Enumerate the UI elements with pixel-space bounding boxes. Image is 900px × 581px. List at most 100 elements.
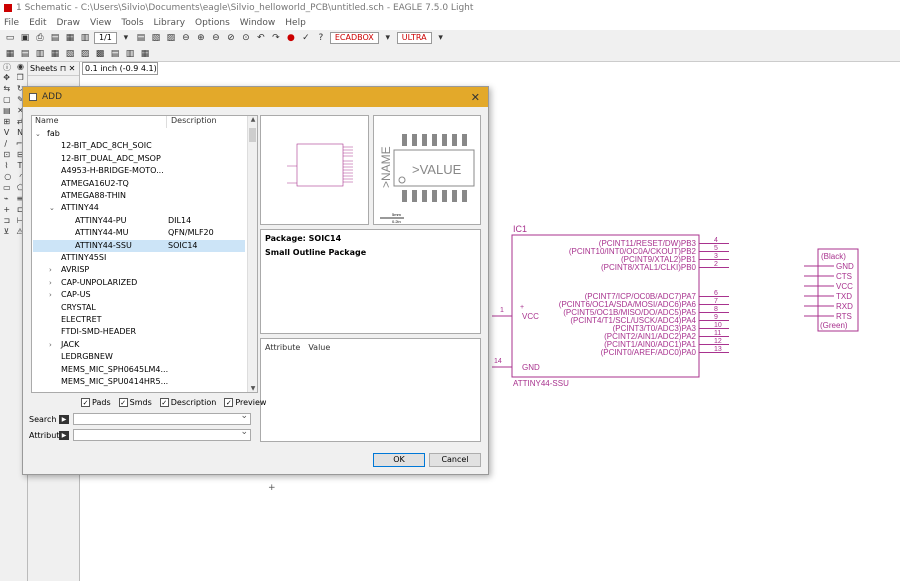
junction-icon[interactable]: +: [3, 205, 10, 216]
tree-item[interactable]: 12-BIT_ADC_8CH_SOIC: [33, 140, 245, 152]
eye-icon[interactable]: ◉: [17, 62, 24, 73]
chevron-down-icon[interactable]: ⌄: [49, 202, 55, 214]
zoom-redraw-icon[interactable]: ⊘: [225, 32, 237, 44]
chevron-down-icon[interactable]: ⌄: [35, 128, 41, 140]
rect-icon[interactable]: ▭: [3, 183, 11, 194]
layer-icon[interactable]: ▤: [109, 48, 121, 60]
description-checkbox[interactable]: ✓ Description: [159, 398, 216, 407]
redo-icon[interactable]: ↷: [270, 32, 282, 44]
chevron-right-icon[interactable]: ›: [49, 339, 52, 351]
arrow-right-icon[interactable]: ▶: [59, 430, 69, 440]
library-tree[interactable]: Name Description ⌄ fab 12-BIT_ADC_8CH_SOIC…: [31, 115, 258, 393]
stop-icon[interactable]: ●: [285, 32, 297, 44]
grid-icon[interactable]: ▦: [4, 48, 16, 60]
mirror-icon[interactable]: ⇆: [3, 84, 10, 95]
ultra-button[interactable]: ULTRA: [396, 32, 432, 44]
tree-item[interactable]: 12-BIT_DUAL_ADC_MSOP: [33, 153, 245, 165]
paste-icon[interactable]: ▤: [3, 106, 11, 117]
tree-item[interactable]: CRYSTAL: [33, 302, 245, 314]
undo-icon[interactable]: ↶: [255, 32, 267, 44]
copy-icon[interactable]: ❐: [17, 73, 24, 84]
layer-icon[interactable]: ▦: [49, 48, 61, 60]
chevron-down-icon[interactable]: ▾: [120, 32, 132, 44]
tree-scrollbar[interactable]: ▲ ▼: [247, 116, 257, 392]
group-icon[interactable]: ▢: [3, 95, 11, 106]
ecad-button[interactable]: ECADBOX: [329, 32, 379, 44]
menu-options[interactable]: Options: [195, 18, 230, 28]
script-icon[interactable]: ▧: [150, 32, 162, 44]
info-icon[interactable]: ⓘ: [3, 62, 11, 73]
tree-item[interactable]: MEMS_MIC_SPH0645LM4...: [33, 364, 245, 376]
tree-item[interactable]: MEMS_MIC_SPU0414HR5...: [33, 376, 245, 388]
schematic-icon[interactable]: ▥: [79, 32, 91, 44]
save-icon[interactable]: ▣: [19, 32, 31, 44]
menu-help[interactable]: Help: [285, 18, 306, 28]
tree-item[interactable]: ATTINY44-SSU SOIC14: [33, 239, 245, 252]
open-icon[interactable]: ▭: [4, 32, 16, 44]
value-icon[interactable]: V: [4, 128, 9, 139]
menu-edit[interactable]: Edit: [29, 18, 46, 28]
cancel-button[interactable]: Cancel: [429, 453, 481, 467]
attribute-icon[interactable]: ⊐: [3, 216, 10, 227]
layer-icon[interactable]: ▤: [19, 48, 31, 60]
chevron-right-icon[interactable]: ›: [49, 289, 52, 301]
chevron-down-icon[interactable]: ▾: [435, 32, 447, 44]
layer-icon[interactable]: ▧: [64, 48, 76, 60]
tree-item[interactable]: ⌄ fab: [33, 128, 245, 140]
zoom-select-icon[interactable]: ⊙: [240, 32, 252, 44]
column-description[interactable]: Description: [166, 116, 217, 128]
cam-icon[interactable]: ▤: [49, 32, 61, 44]
preview-checkbox[interactable]: ✓ Preview: [224, 398, 266, 407]
menu-tools[interactable]: Tools: [121, 18, 143, 28]
use-icon[interactable]: ▤: [135, 32, 147, 44]
menu-view[interactable]: View: [90, 18, 111, 28]
arrow-right-icon[interactable]: ▶: [59, 414, 69, 424]
scroll-up-icon[interactable]: ▲: [248, 116, 257, 123]
print-icon[interactable]: ⎙: [34, 32, 46, 44]
tree-item[interactable]: ELECTRET: [33, 314, 245, 326]
ftdi-header-symbol[interactable]: (Black) (Green) GNDCTSVCCTXDRXDRTS: [804, 248, 859, 332]
add-icon[interactable]: ⊞: [3, 117, 10, 128]
scroll-down-icon[interactable]: ▼: [248, 385, 257, 392]
tree-item[interactable]: ATTINY45SI: [33, 252, 245, 264]
tree-item[interactable]: › JACK: [33, 339, 245, 351]
attributes-input[interactable]: [73, 427, 251, 441]
split-icon[interactable]: ∕: [4, 139, 7, 150]
sheet-select[interactable]: 1/1: [94, 32, 117, 44]
search-input[interactable]: [73, 411, 251, 425]
tree-item[interactable]: A4953-H-BRIDGE-MOTO...: [33, 165, 245, 177]
value-column[interactable]: Value: [308, 343, 330, 352]
zoom-out-icon[interactable]: ⊖: [210, 32, 222, 44]
tree-item[interactable]: ATTINY44-PU DIL14: [33, 215, 245, 227]
tree-item[interactable]: › CAP-UNPOLARIZED: [33, 277, 245, 289]
layer-icon[interactable]: ▨: [79, 48, 91, 60]
zoom-fit-icon[interactable]: ⊖: [180, 32, 192, 44]
tree-item[interactable]: FTDI-SMD-HEADER: [33, 326, 245, 338]
column-name[interactable]: Name: [32, 116, 166, 128]
wire-icon[interactable]: ⌇: [5, 161, 9, 172]
ic1-symbol[interactable]: IC1 ATTINY44-SSU (PCINT11/RESET/DW)PB3 4(…: [492, 224, 729, 388]
ok-button[interactable]: OK: [373, 453, 425, 467]
pin-icon[interactable]: ⊓: [60, 64, 66, 73]
zoom-in-icon[interactable]: ⊕: [195, 32, 207, 44]
run-icon[interactable]: ▨: [165, 32, 177, 44]
smds-checkbox[interactable]: ✓ Smds: [118, 398, 152, 407]
menu-file[interactable]: File: [4, 18, 19, 28]
tree-item[interactable]: ATTINY44-MU QFN/MLF20: [33, 227, 245, 239]
layer-icon[interactable]: ▥: [34, 48, 46, 60]
attribute-column[interactable]: Attribute: [265, 343, 300, 352]
tree-item[interactable]: ATMEGA16U2-TQ: [33, 178, 245, 190]
tree-item[interactable]: ⌄ ATTINY44: [33, 202, 245, 214]
tree-item[interactable]: › AVRISP: [33, 264, 245, 276]
pads-checkbox[interactable]: ✓ Pads: [81, 398, 111, 407]
chevron-down-icon[interactable]: ▾: [382, 32, 394, 44]
tree-item[interactable]: ATMEGA88-THIN: [33, 190, 245, 202]
layer-icon[interactable]: ▥: [124, 48, 136, 60]
layer-icon[interactable]: ▦: [139, 48, 151, 60]
go-icon[interactable]: ✓: [300, 32, 312, 44]
move-icon[interactable]: ✥: [3, 73, 10, 84]
net-icon[interactable]: ⌁: [4, 194, 9, 205]
menu-draw[interactable]: Draw: [57, 18, 81, 28]
menu-library[interactable]: Library: [154, 18, 185, 28]
tree-item[interactable]: LEDRGBNEW: [33, 351, 245, 363]
